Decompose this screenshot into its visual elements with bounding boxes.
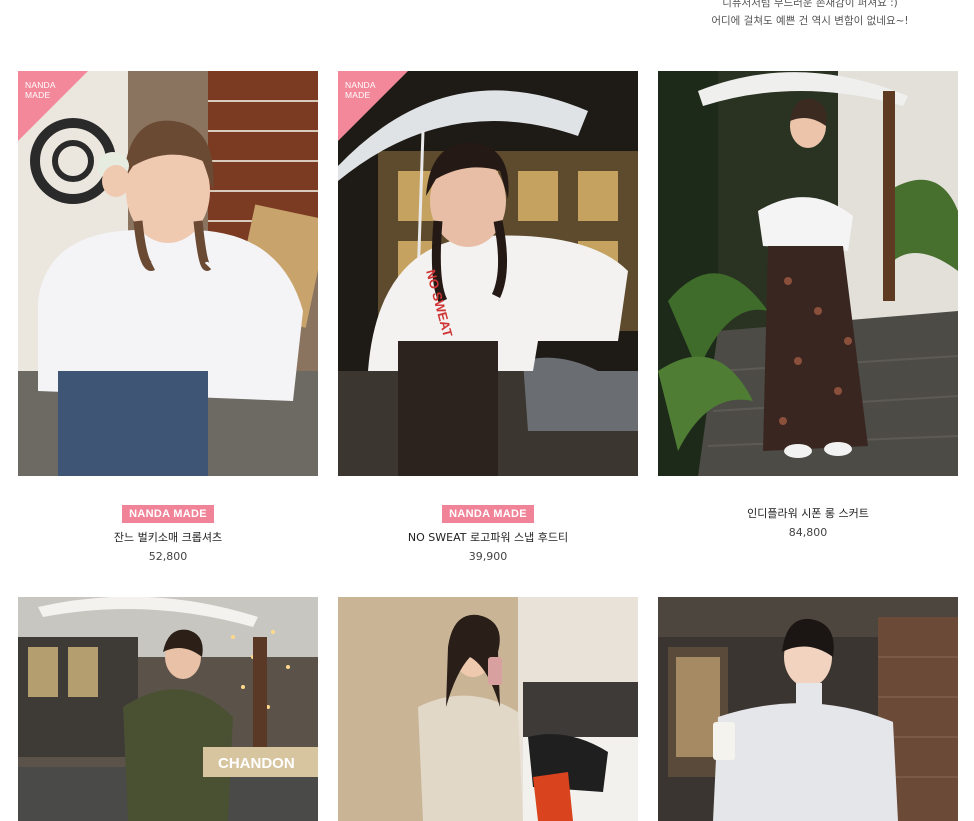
product-name[interactable]: 잔느 벌키소매 크롭셔츠: [18, 531, 318, 545]
product-image-turtleneck-knit[interactable]: [658, 597, 958, 821]
product-image-beige-knit[interactable]: [338, 597, 638, 821]
product-photo[interactable]: NANDA MADE: [18, 71, 318, 476]
product-card[interactable]: CHANDON: [18, 597, 318, 821]
product-description: 디퓨저처럼 부드러운 존재감이 퍼져요 :) 어디에 걸쳐도 예쁜 건 역시 변…: [640, 0, 974, 30]
product-photo[interactable]: [658, 71, 958, 476]
product-name[interactable]: 인디플라워 시폰 롱 스커트: [658, 507, 958, 521]
product-image-khaki-jacket[interactable]: CHANDON: [18, 597, 318, 821]
product-name[interactable]: NO SWEAT 로고파워 스냅 후드티: [338, 531, 638, 545]
product-info: NANDA MADE 잔느 벌키소매 크롭셔츠 52,800: [18, 502, 318, 564]
product-card[interactable]: NO SWEAT NANDA MADE NANDA MADE NO SWEAT …: [338, 71, 638, 564]
product-info: NANDA MADE NO SWEAT 로고파워 스냅 후드티 39,900: [338, 502, 638, 564]
ribbon-line-2: MADE: [25, 90, 51, 100]
ribbon-text: NANDA MADE: [345, 80, 376, 100]
product-photo[interactable]: CHANDON: [18, 597, 318, 821]
product-card[interactable]: [338, 597, 638, 821]
ribbon-line-1: NANDA: [25, 80, 56, 90]
product-price: 39,900: [468, 550, 508, 563]
product-card[interactable]: [658, 597, 958, 821]
ribbon-line-2: MADE: [345, 90, 371, 100]
product-price: 84,800: [788, 526, 828, 539]
ribbon-line-1: NANDA: [345, 80, 376, 90]
chandon-sign-text: CHANDON: [218, 755, 295, 772]
ribbon-text: NANDA MADE: [25, 80, 56, 100]
product-photo[interactable]: NO SWEAT NANDA MADE: [338, 71, 638, 476]
description-line-2: 어디에 걸쳐도 예쁜 건 역시 변함이 없네요~!: [711, 15, 909, 27]
nanda-made-badge: NANDA MADE: [442, 505, 534, 523]
description-line-1: 디퓨저처럼 부드러운 존재감이 퍼져요 :): [722, 0, 898, 9]
nanda-made-badge: NANDA MADE: [122, 505, 214, 523]
product-image-floral-skirt[interactable]: [658, 71, 958, 476]
product-info: 인디플라워 시폰 롱 스커트 84,800: [658, 507, 958, 540]
product-card[interactable]: 인디플라워 시폰 롱 스커트 84,800: [658, 71, 958, 540]
product-price: 52,800: [148, 550, 188, 563]
product-card[interactable]: NANDA MADE NANDA MADE 잔느 벌키소매 크롭셔츠 52,80…: [18, 71, 318, 564]
product-photo[interactable]: [658, 597, 958, 821]
product-photo[interactable]: [338, 597, 638, 821]
